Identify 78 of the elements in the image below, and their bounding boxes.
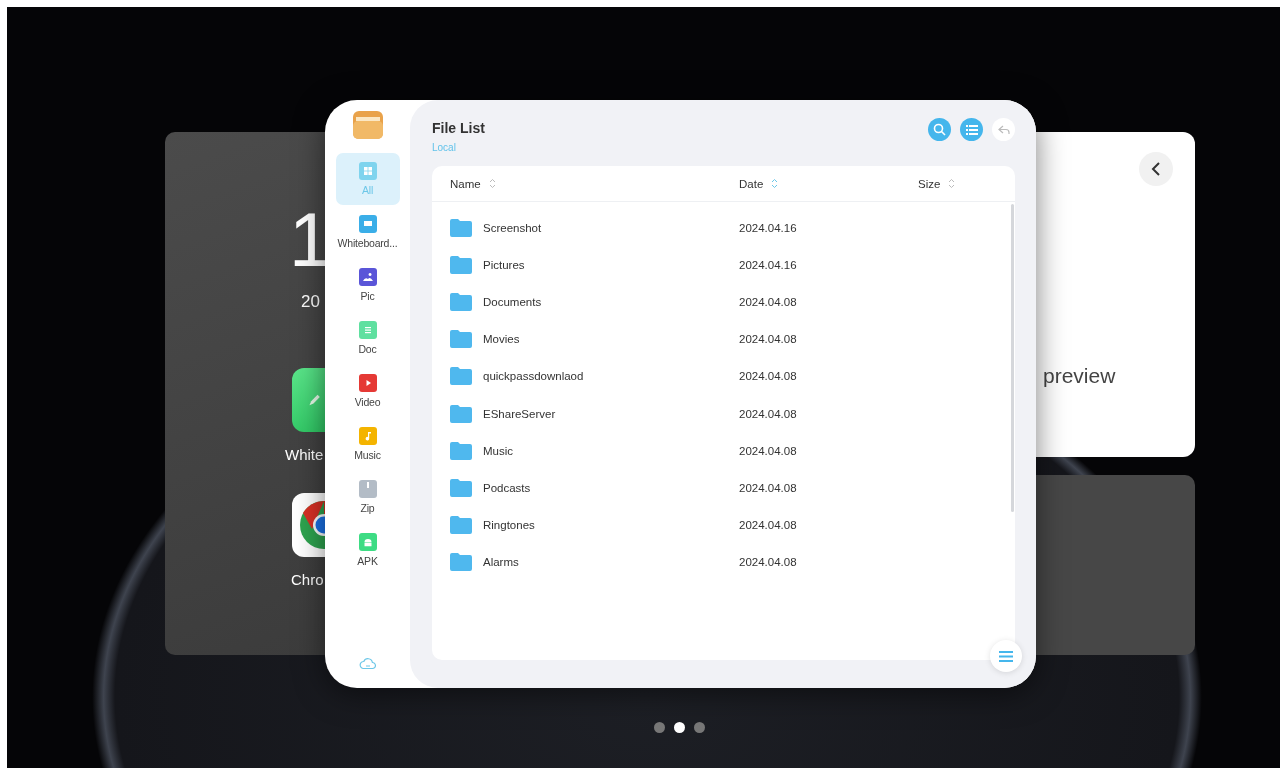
folder-icon xyxy=(352,111,383,139)
app-card[interactable] xyxy=(1036,475,1195,655)
file-row[interactable]: quickpassdownlaod 2024.04.08 xyxy=(432,357,1007,395)
file-name: Screenshot xyxy=(483,221,542,234)
search-button[interactable] xyxy=(928,118,951,141)
file-date: 2024.04.08 xyxy=(739,556,798,569)
folder-icon xyxy=(450,218,472,237)
file-date: 2024.04.16 xyxy=(739,258,798,271)
file-row[interactable]: Screenshot 2024.04.16 xyxy=(432,209,1007,247)
sidebar-item[interactable]: Zip xyxy=(335,471,400,523)
file-name: Music xyxy=(483,444,514,457)
sidebar-item[interactable]: Pic xyxy=(335,259,400,311)
file-name: Ringtones xyxy=(483,519,535,532)
chevron-left-icon xyxy=(1150,161,1162,177)
file-date: 2024.04.08 xyxy=(739,519,798,532)
menu-button[interactable] xyxy=(990,640,1022,672)
cloud-icon[interactable] xyxy=(358,656,377,670)
sort-icon xyxy=(948,178,956,189)
preview-text: preview xyxy=(1043,364,1116,388)
app-label: White xyxy=(285,446,324,463)
preview-card[interactable]: preview xyxy=(1036,132,1195,457)
pencil-app-icon[interactable] xyxy=(292,368,325,432)
file-date: 2024.04.16 xyxy=(739,221,798,234)
folder-icon xyxy=(450,478,472,497)
file-date: 2024.04.08 xyxy=(739,444,798,457)
page-dot[interactable] xyxy=(674,722,685,733)
folder-icon xyxy=(450,516,472,535)
file-row[interactable]: Movies 2024.04.08 xyxy=(432,320,1007,358)
file-date: 2024.04.08 xyxy=(739,481,798,494)
column-header[interactable]: Date xyxy=(739,177,779,190)
file-row[interactable]: Podcasts 2024.04.08 xyxy=(432,469,1007,507)
file-name: EShareServer xyxy=(483,407,556,420)
file-row[interactable]: Alarms 2024.04.08 xyxy=(432,543,1007,581)
folder-icon xyxy=(450,330,472,349)
back-button[interactable] xyxy=(1139,152,1173,186)
file-name: Documents xyxy=(483,295,542,308)
sidebar-item[interactable]: Video xyxy=(335,365,400,417)
file-date: 2024.04.08 xyxy=(739,333,798,346)
folder-icon xyxy=(450,292,472,311)
file-name: Alarms xyxy=(483,556,519,569)
file-name: Movies xyxy=(483,333,520,346)
reply-icon xyxy=(997,124,1010,135)
page-dot[interactable] xyxy=(654,722,665,733)
column-header[interactable]: Size xyxy=(918,177,956,190)
home-screen-card[interactable]: 1 20 White Chro xyxy=(165,132,325,655)
sidebar-item[interactable]: Music xyxy=(335,418,400,470)
column-header[interactable]: Name xyxy=(450,177,496,190)
sidebar-item[interactable]: Whiteboard... xyxy=(335,206,400,258)
folder-icon xyxy=(450,441,472,460)
list-view-button[interactable] xyxy=(960,118,983,141)
file-name: Podcasts xyxy=(483,481,531,494)
file-date: 2024.04.08 xyxy=(739,370,798,383)
folder-icon xyxy=(450,553,472,572)
folder-icon xyxy=(450,404,472,423)
page-dot[interactable] xyxy=(694,722,705,733)
reply-button[interactable] xyxy=(992,118,1015,141)
file-row[interactable]: Documents 2024.04.08 xyxy=(432,283,1007,321)
app-label: Chro xyxy=(291,571,324,588)
file-row[interactable]: Music 2024.04.08 xyxy=(432,432,1007,470)
file-row[interactable]: Pictures 2024.04.16 xyxy=(432,246,1007,284)
file-row[interactable]: EShareServer 2024.04.08 xyxy=(432,394,1007,433)
menu-icon xyxy=(999,650,1013,662)
file-date: 2024.04.08 xyxy=(739,407,798,420)
panel-title: File List xyxy=(432,120,485,136)
file-row[interactable]: Ringtones 2024.04.08 xyxy=(432,506,1007,544)
sidebar-item[interactable]: APK xyxy=(335,524,400,576)
file-date: 2024.04.08 xyxy=(739,295,798,308)
sidebar-item[interactable]: Doc xyxy=(335,312,400,364)
file-name: quickpassdownlaod xyxy=(483,370,584,383)
sort-icon xyxy=(771,178,779,189)
folder-icon xyxy=(450,367,472,386)
browser-app-icon[interactable] xyxy=(292,493,325,557)
sort-icon xyxy=(488,178,496,189)
folder-icon xyxy=(450,255,472,274)
list-icon xyxy=(965,124,978,135)
date-text: 20 xyxy=(301,292,320,312)
search-icon xyxy=(933,123,946,136)
file-name: Pictures xyxy=(483,258,525,271)
